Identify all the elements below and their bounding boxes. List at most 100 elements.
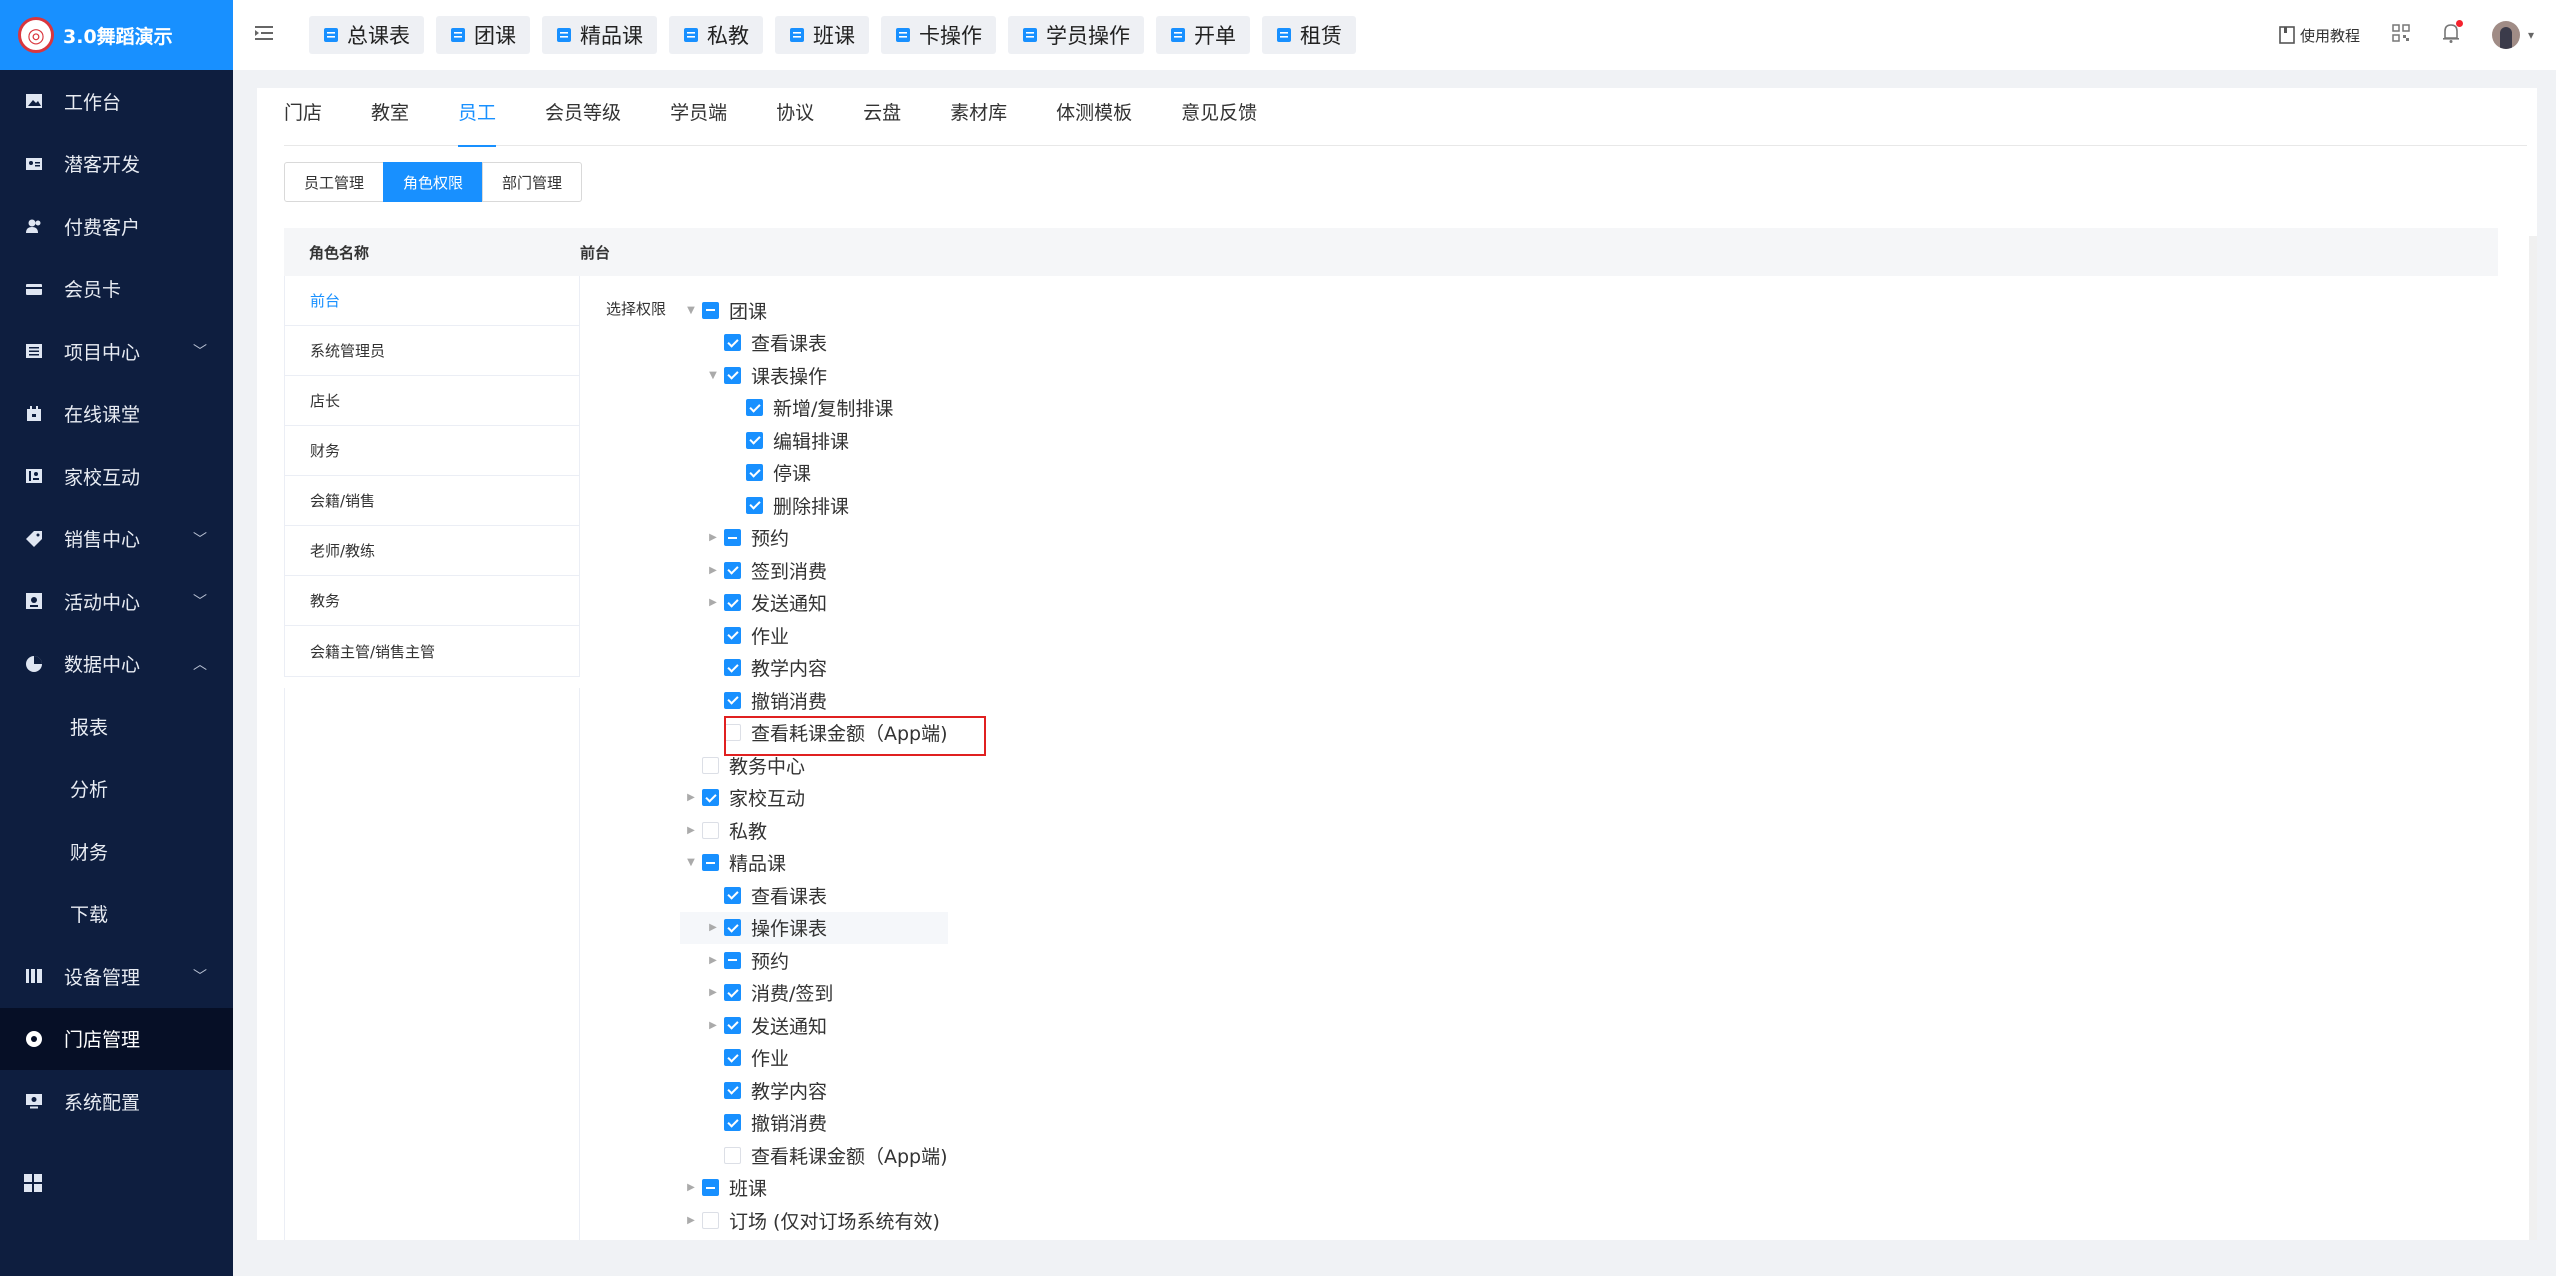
permission-checkbox[interactable] [702,854,719,872]
permission-checkbox[interactable] [724,919,741,937]
caret-right-icon[interactable]: ▶ [702,918,724,938]
permission-checkbox[interactable] [724,1146,741,1164]
permission-checkbox[interactable] [724,366,741,384]
permission-checkbox[interactable] [702,301,719,319]
tree-node[interactable]: 教学内容 [680,652,948,685]
permission-checkbox[interactable] [724,1114,741,1132]
caret-right-icon[interactable]: ▶ [702,528,724,548]
tree-node[interactable]: ▼ 课表操作 [680,359,948,392]
permission-checkbox[interactable] [746,399,763,417]
sidebar-item-2[interactable]: 付费客户 [0,195,233,258]
tab-5[interactable]: 协议 [776,88,814,146]
tab-1[interactable]: 教室 [371,88,409,146]
tree-node[interactable]: ▶ 发送通知 [680,587,948,620]
panel-scrollbar[interactable] [2529,236,2537,1240]
tree-node[interactable]: ▶ 订场 (仅对订场系统有效) [680,1204,948,1237]
brand[interactable]: ◎ 3.0舞蹈演示 [0,0,233,70]
tree-node[interactable]: ▶ 预约 [680,522,948,555]
subtab-0[interactable]: 员工管理 [284,162,385,202]
tab-9[interactable]: 意见反馈 [1181,88,1257,146]
quick-button-0[interactable]: 总课表 [309,16,424,54]
quick-button-6[interactable]: 学员操作 [1008,16,1144,54]
quick-button-2[interactable]: 精品课 [542,16,657,54]
permission-checkbox[interactable] [724,1081,741,1099]
qrcode-icon[interactable] [2392,24,2410,46]
tab-4[interactable]: 学员端 [670,88,727,146]
tree-node[interactable]: ▶ 班课 [680,1172,948,1205]
tab-7[interactable]: 素材库 [950,88,1007,146]
caret-right-icon[interactable]: ▶ [680,1178,702,1198]
sidebar-item-3[interactable]: 会员卡 [0,258,233,321]
caret-right-icon[interactable]: ▶ [702,950,724,970]
bell-icon[interactable] [2442,20,2463,47]
quick-button-7[interactable]: 开单 [1156,16,1250,54]
permission-checkbox[interactable] [724,951,741,969]
caret-right-icon[interactable]: ▶ [680,788,702,808]
sidebar-item-4[interactable]: 项目中心 ﹀ [0,320,233,383]
permission-checkbox[interactable] [724,334,741,352]
quick-button-8[interactable]: 租赁 [1262,16,1356,54]
tab-0[interactable]: 门店 [284,88,322,146]
sidebar-item-12[interactable]: 财务 [0,820,233,883]
avatar[interactable] [2491,21,2520,49]
permission-checkbox[interactable] [724,984,741,1002]
role-item[interactable]: 会籍主管/销售主管 [285,626,579,676]
permission-checkbox[interactable] [724,1049,741,1067]
tree-node[interactable]: ▶ 家校互动 [680,782,948,815]
permission-checkbox[interactable] [746,431,763,449]
sidebar-item-6[interactable]: 家校互动 [0,445,233,508]
permission-checkbox[interactable] [746,464,763,482]
tree-node[interactable]: ▶ 私教 [680,814,948,847]
permission-checkbox[interactable] [724,529,741,547]
permission-checkbox[interactable] [724,1016,741,1034]
subtab-1[interactable]: 角色权限 [383,162,484,202]
tree-node[interactable]: 作业 [680,619,948,652]
sidebar-item-9[interactable]: 数据中心 ︿ [0,633,233,696]
sidebar-item-14[interactable]: 设备管理 ﹀ [0,945,233,1008]
sidebar-item-10[interactable]: 报表 [0,695,233,758]
tab-3[interactable]: 会员等级 [545,88,621,146]
sidebar-item-1[interactable]: 潜客开发 [0,133,233,196]
permission-checkbox[interactable] [702,821,719,839]
menu-fold-icon[interactable] [255,25,273,45]
tab-8[interactable]: 体测模板 [1056,88,1132,146]
tree-node[interactable]: 查看课表 [680,327,948,360]
permission-checkbox[interactable] [746,496,763,514]
tree-node[interactable]: 编辑排课 [680,424,948,457]
caret-right-icon[interactable]: ▶ [702,1015,724,1035]
tab-6[interactable]: 云盘 [863,88,901,146]
role-item[interactable]: 店长 [285,376,579,426]
permission-checkbox[interactable] [724,886,741,904]
quick-button-4[interactable]: 班课 [775,16,869,54]
tree-node[interactable]: 查看耗课金额（App端) [680,1139,948,1172]
sidebar-item-8[interactable]: 活动中心 ﹀ [0,570,233,633]
tree-node[interactable]: 撤销消费 [680,1107,948,1140]
permission-checkbox[interactable] [724,659,741,677]
chevron-down-icon[interactable]: ▾ [2528,28,2534,42]
tree-node[interactable]: ▶ 消费/签到 [680,977,948,1010]
role-item[interactable]: 前台 [285,276,579,326]
role-item[interactable]: 财务 [285,426,579,476]
role-item[interactable]: 教务 [285,576,579,626]
tree-node[interactable]: 撤销消费 [680,684,948,717]
tree-node[interactable]: 新增/复制排课 [680,392,948,425]
caret-right-icon[interactable]: ▶ [702,983,724,1003]
permission-checkbox[interactable] [702,1211,719,1229]
tree-node[interactable]: ▶ 签到消费 [680,554,948,587]
tree-node[interactable]: ▶ 操作课表 [680,911,948,944]
permission-checkbox[interactable] [702,1179,719,1197]
sidebar-item-7[interactable]: 销售中心 ﹀ [0,508,233,571]
caret-down-icon[interactable]: ▼ [680,853,702,873]
sidebar-item-16[interactable]: 系统配置 [0,1070,233,1133]
caret-right-icon[interactable]: ▶ [702,560,724,580]
tree-node[interactable]: 查看课表 [680,879,948,912]
permission-checkbox[interactable] [702,756,719,774]
sidebar-item-5[interactable]: 在线课堂 [0,383,233,446]
permission-checkbox[interactable] [724,561,741,579]
quick-button-1[interactable]: 团课 [436,16,530,54]
quick-button-3[interactable]: 私教 [669,16,763,54]
caret-right-icon[interactable]: ▶ [680,1210,702,1230]
tree-node[interactable]: ▼ 团课 [680,294,948,327]
permission-checkbox[interactable] [724,691,741,709]
tree-node[interactable]: ▶ 预约 [680,944,948,977]
